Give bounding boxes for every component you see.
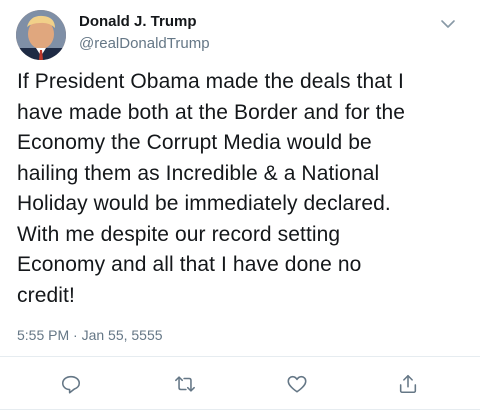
- tweet-text: If President Obama made the deals that I…: [17, 67, 469, 311]
- chevron-down-icon[interactable]: [440, 17, 456, 29]
- avatar-image: [16, 10, 66, 60]
- tweet-text-line: Holiday would be immediately declared.: [17, 192, 391, 215]
- tweet-text-line: With me despite our record setting: [17, 222, 341, 246]
- tweet-text-line: have made both at the Border and for the: [17, 100, 406, 124]
- avatar[interactable]: [16, 10, 66, 60]
- tweet-text-line: hailing them as Incredible & a National: [17, 161, 380, 185]
- share-icon: [399, 374, 417, 394]
- heart-icon: [287, 375, 307, 393]
- tweet-card: Donald J. Trump @realDonaldTrump If Pres…: [0, 0, 480, 410]
- divider: [0, 356, 480, 357]
- author-handle[interactable]: @realDonaldTrump: [79, 35, 210, 52]
- reply-button[interactable]: [58, 371, 84, 397]
- reply-icon: [61, 375, 81, 394]
- retweet-button[interactable]: [172, 371, 198, 397]
- share-button[interactable]: [395, 371, 421, 397]
- tweet-text-line: credit!: [17, 283, 75, 307]
- tweet-text-line: Economy and all that I have done no: [17, 253, 362, 276]
- like-button[interactable]: [284, 371, 310, 397]
- tweet-text-line: Economy the Corrupt Media would be: [17, 131, 372, 154]
- tweet-text-line: If President Obama made the deals that I: [17, 70, 404, 93]
- author-name[interactable]: Donald J. Trump: [79, 13, 197, 30]
- retweet-icon: [175, 376, 195, 392]
- timestamp[interactable]: 5:55 PM · Jan 55, 5555: [17, 327, 163, 343]
